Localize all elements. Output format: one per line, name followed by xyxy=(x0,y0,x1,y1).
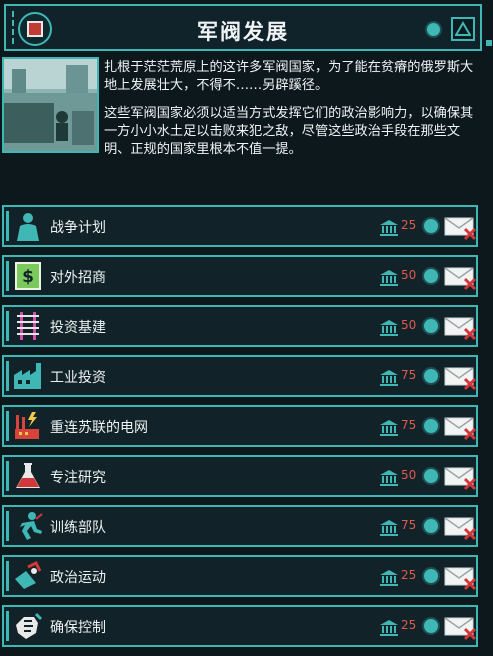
unavailable-envelope-icon[interactable] xyxy=(444,215,477,241)
decision-cost: 75 xyxy=(401,518,417,532)
decision-row[interactable]: 工业投资 75 xyxy=(2,355,478,397)
decision-cost: 25 xyxy=(401,568,417,582)
decision-row[interactable]: 重连苏联的电网 75 xyxy=(2,405,478,447)
unavailable-envelope-icon[interactable] xyxy=(444,515,477,541)
unavailable-envelope-icon[interactable] xyxy=(444,615,477,641)
decision-panel: 军阀发展 扎根于茫茫荒原上的这许多军阀国家，为了能在贫瘠的俄罗斯大地上发展壮大，… xyxy=(0,0,493,656)
political-power-icon xyxy=(380,320,398,336)
description-paragraph: 扎根于茫茫荒原上的这许多军阀国家，为了能在贫瘠的俄罗斯大地上发展壮大，不得不……… xyxy=(104,60,474,93)
political-power-icon xyxy=(380,270,398,286)
soldier-icon xyxy=(12,211,44,241)
political-power-icon xyxy=(380,570,398,586)
status-dot-icon xyxy=(422,267,440,285)
decision-cost: 50 xyxy=(401,268,417,282)
decision-cost: 25 xyxy=(401,218,417,232)
decision-label: 专注研究 xyxy=(50,470,106,486)
decision-label: 工业投资 xyxy=(50,370,106,386)
decision-label: 投资基建 xyxy=(50,320,106,336)
status-dot-icon xyxy=(422,367,440,385)
status-dot-icon xyxy=(422,467,440,485)
decision-row[interactable]: 政治运动 25 xyxy=(2,555,478,597)
political-power-icon xyxy=(380,620,398,636)
power-plant-icon xyxy=(12,411,44,441)
unavailable-envelope-icon[interactable] xyxy=(444,365,477,391)
category-picture xyxy=(2,57,99,153)
decision-cost: 25 xyxy=(401,618,417,632)
decision-cost: 50 xyxy=(401,318,417,332)
unavailable-envelope-icon[interactable] xyxy=(444,465,477,491)
status-dot-icon xyxy=(422,317,440,335)
political-power-icon xyxy=(380,220,398,236)
status-dot-icon xyxy=(422,417,440,435)
decision-cost: 75 xyxy=(401,418,417,432)
category-description: 扎根于茫茫荒原上的这许多军阀国家，为了能在贫瘠的俄罗斯大地上发展壮大，不得不……… xyxy=(104,59,482,169)
circle-indicator-icon[interactable] xyxy=(425,21,442,38)
political-power-icon xyxy=(380,420,398,436)
panel-title: 军阀发展 xyxy=(197,20,289,44)
factory-icon xyxy=(12,361,44,391)
political-power-icon xyxy=(380,370,398,386)
status-dot-icon xyxy=(422,617,440,635)
rail-track-icon xyxy=(12,311,44,341)
decision-row[interactable]: 投资基建 50 xyxy=(2,305,478,347)
running-soldier-icon xyxy=(12,511,44,541)
unavailable-envelope-icon[interactable] xyxy=(444,315,477,341)
svg-text:$: $ xyxy=(22,267,34,287)
decision-row[interactable]: 战争计划 25 xyxy=(2,205,478,247)
decision-row[interactable]: 确保控制 25 xyxy=(2,605,478,647)
side-tick xyxy=(486,40,492,46)
unavailable-envelope-icon[interactable] xyxy=(444,415,477,441)
megaphone-icon xyxy=(12,560,44,591)
flask-icon xyxy=(12,461,44,491)
decision-label: 确保控制 xyxy=(50,620,106,636)
unavailable-envelope-icon[interactable] xyxy=(444,565,477,591)
fist-icon xyxy=(12,611,44,641)
status-dot-icon xyxy=(422,517,440,535)
decision-label: 重连苏联的电网 xyxy=(50,420,148,436)
political-power-icon xyxy=(380,520,398,536)
decision-label: 政治运动 xyxy=(50,570,106,586)
status-dot-icon xyxy=(422,217,440,235)
decision-row[interactable]: 专注研究 50 xyxy=(2,455,478,497)
political-power-icon xyxy=(380,470,398,486)
decision-cost: 50 xyxy=(401,468,417,482)
decision-row[interactable]: $ 对外招商 50 xyxy=(2,255,478,297)
description-paragraph: 这些军阀国家必须以适当方式发挥它们的政治影响力，以确保其一方小小水土足以击败来犯… xyxy=(104,106,474,157)
decision-label: 对外招商 xyxy=(50,270,106,286)
panel-header: 军阀发展 xyxy=(4,4,482,51)
triangle-collapse-icon[interactable] xyxy=(451,17,475,41)
decision-cost: 75 xyxy=(401,368,417,382)
dollar-bill-icon: $ xyxy=(12,261,44,291)
decision-label: 战争计划 xyxy=(50,220,106,236)
decision-label: 训练部队 xyxy=(50,520,106,536)
decision-row[interactable]: 训练部队 75 xyxy=(2,505,478,547)
status-dot-icon xyxy=(422,567,440,585)
unavailable-envelope-icon[interactable] xyxy=(444,265,477,291)
